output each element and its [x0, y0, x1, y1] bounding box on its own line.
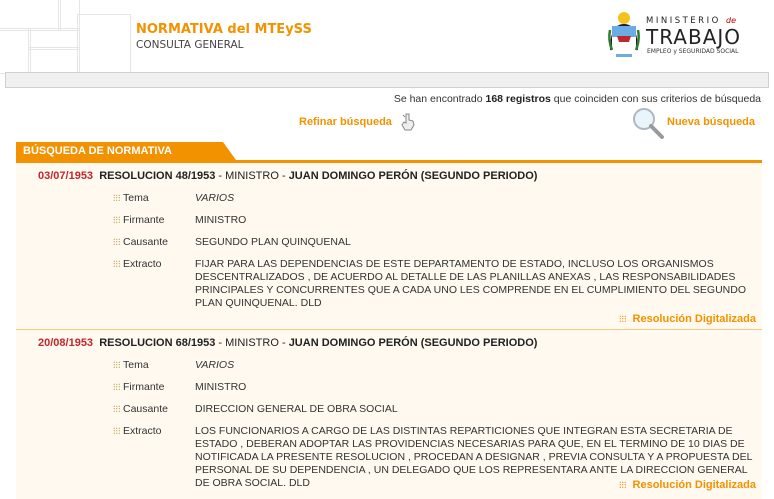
field-value-firmante: MINISTRO — [195, 381, 247, 393]
record-signer-head: JUAN DOMINGO PERÓN (SEGUNDO PERIODO) — [288, 170, 538, 182]
decorative-grid — [0, 0, 131, 74]
site-header: NORMATIVA del MTEySS CONSULTA GENERAL MI… — [0, 0, 774, 88]
digitized-resolution-link[interactable]: Resolución Digitalizada — [619, 479, 756, 491]
system-title: NORMATIVA del MTEySS — [136, 22, 312, 37]
ministry-logo[interactable]: MINISTERIO de TRABAJO EMPLEO y SEGURIDAD… — [606, 10, 756, 62]
field-label-firmante: Firmante — [113, 381, 164, 393]
field-label-extracto: Extracto — [113, 258, 162, 270]
magnifier-icon[interactable] — [631, 107, 665, 139]
field-value-tema: VARIOS — [195, 192, 235, 204]
bullet-icon — [113, 194, 120, 201]
field-value-causante: SEGUNDO PLAN QUINQUENAL — [195, 236, 351, 248]
field-value-causante: DIRECCION GENERAL DE OBRA SOCIAL — [195, 403, 398, 415]
bullet-icon — [113, 216, 120, 223]
record-signer-head: JUAN DOMINGO PERÓN (SEGUNDO PERIODO) — [288, 337, 538, 349]
field-label-causante: Causante — [113, 236, 168, 248]
field-value-extracto: FIJAR PARA LAS DEPENDENCIAS DE ESTE DEPA… — [195, 258, 746, 309]
section-title: BÚSQUEDA DE NORMATIVA — [23, 145, 172, 157]
header-banner: NORMATIVA del MTEySS CONSULTA GENERAL MI… — [0, 0, 774, 74]
bullet-icon — [113, 260, 120, 267]
record-heading[interactable]: 20/08/1953 RESOLUCION 68/1953 - MINISTRO… — [38, 337, 537, 349]
bullet-icon — [113, 238, 120, 245]
logo-line-de: de — [725, 16, 736, 25]
field-label-firmante: Firmante — [113, 214, 164, 226]
record-authority: MINISTRO — [225, 170, 279, 182]
record-number: RESOLUCION 68/1953 — [99, 337, 216, 349]
digitized-resolution-link[interactable]: Resolución Digitalizada — [619, 313, 756, 325]
field-label-tema: Tema — [113, 359, 149, 371]
section-tab: BÚSQUEDA DE NORMATIVA — [16, 142, 236, 160]
results-summary: Se han encontrado 168 registros que coin… — [393, 93, 761, 105]
system-subtitle: CONSULTA GENERAL — [136, 39, 244, 51]
logo-line-trabajo: TRABAJO — [646, 25, 742, 49]
bullet-icon — [619, 481, 627, 488]
pointer-hand-icon[interactable] — [400, 113, 416, 131]
record-heading[interactable]: 03/07/1953 RESOLUCION 48/1953 - MINISTRO… — [38, 170, 537, 182]
logo-line-empleo: EMPLEO y SEGURIDAD SOCIAL — [647, 48, 739, 55]
record-date: 03/07/1953 — [38, 170, 94, 182]
field-label-tema: Tema — [113, 192, 149, 204]
field-value-firmante: MINISTRO — [195, 214, 247, 226]
record-separator — [16, 329, 762, 330]
new-search-link[interactable]: Nueva búsqueda — [667, 116, 755, 128]
field-label-causante: Causante — [113, 403, 168, 415]
refine-search-link[interactable]: Refinar búsqueda — [299, 116, 392, 128]
record-authority: MINISTRO — [225, 337, 279, 349]
field-label-extracto: Extracto — [113, 425, 162, 437]
bullet-icon — [619, 315, 627, 322]
field-value-tema: VARIOS — [195, 359, 235, 371]
header-toolbar-bar — [5, 72, 769, 88]
bullet-icon — [113, 427, 120, 434]
bullet-icon — [113, 405, 120, 412]
coat-of-arms-icon — [608, 12, 640, 57]
record-date: 20/08/1953 — [38, 337, 94, 349]
bullet-icon — [113, 361, 120, 368]
bullet-icon — [113, 383, 120, 390]
record-number: RESOLUCION 48/1953 — [99, 170, 216, 182]
results-count: 168 registros — [485, 93, 551, 105]
